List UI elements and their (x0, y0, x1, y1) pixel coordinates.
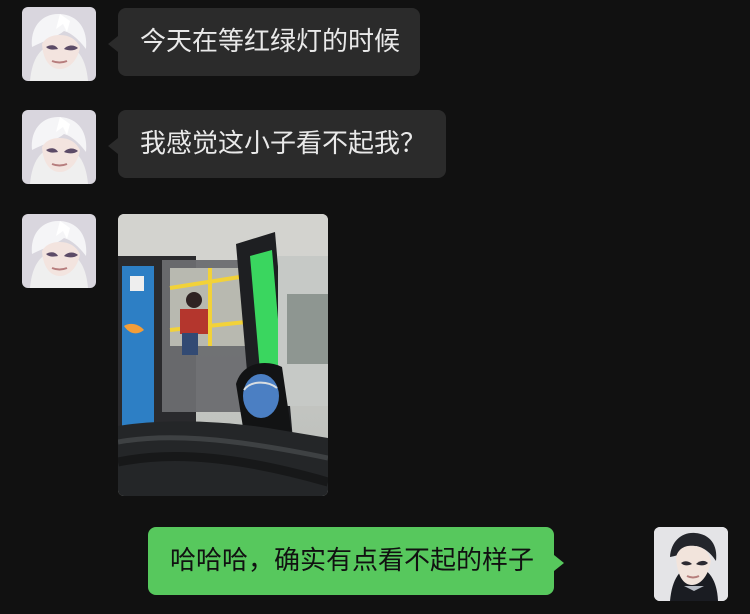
message-text: 今天在等红绿灯的时候 (140, 27, 401, 57)
message-bubble-4[interactable]: 哈哈哈，确实有点看不起的样子 (148, 527, 565, 595)
sender-avatar[interactable] (22, 7, 96, 81)
sender-avatar[interactable] (22, 110, 96, 184)
anime-boy-avatar-icon (22, 214, 96, 288)
message-text: 哈哈哈，确实有点看不起的样子 (170, 546, 535, 576)
message-bubble-2[interactable]: 我感觉这小子看不起我？ (107, 110, 447, 178)
message-bubble-1[interactable]: 今天在等红绿灯的时候 (107, 8, 421, 76)
message-text: 我感觉这小子看不起我？ (140, 129, 427, 159)
anime-boy-avatar-icon (22, 7, 96, 81)
anime-boy-avatar-icon (22, 110, 96, 184)
bus-photo[interactable] (118, 214, 328, 496)
user-avatar[interactable] (654, 527, 728, 601)
anime-boy-avatar-2-icon (654, 527, 728, 601)
sender-avatar[interactable] (22, 214, 96, 288)
bus-photo-image (118, 214, 328, 496)
